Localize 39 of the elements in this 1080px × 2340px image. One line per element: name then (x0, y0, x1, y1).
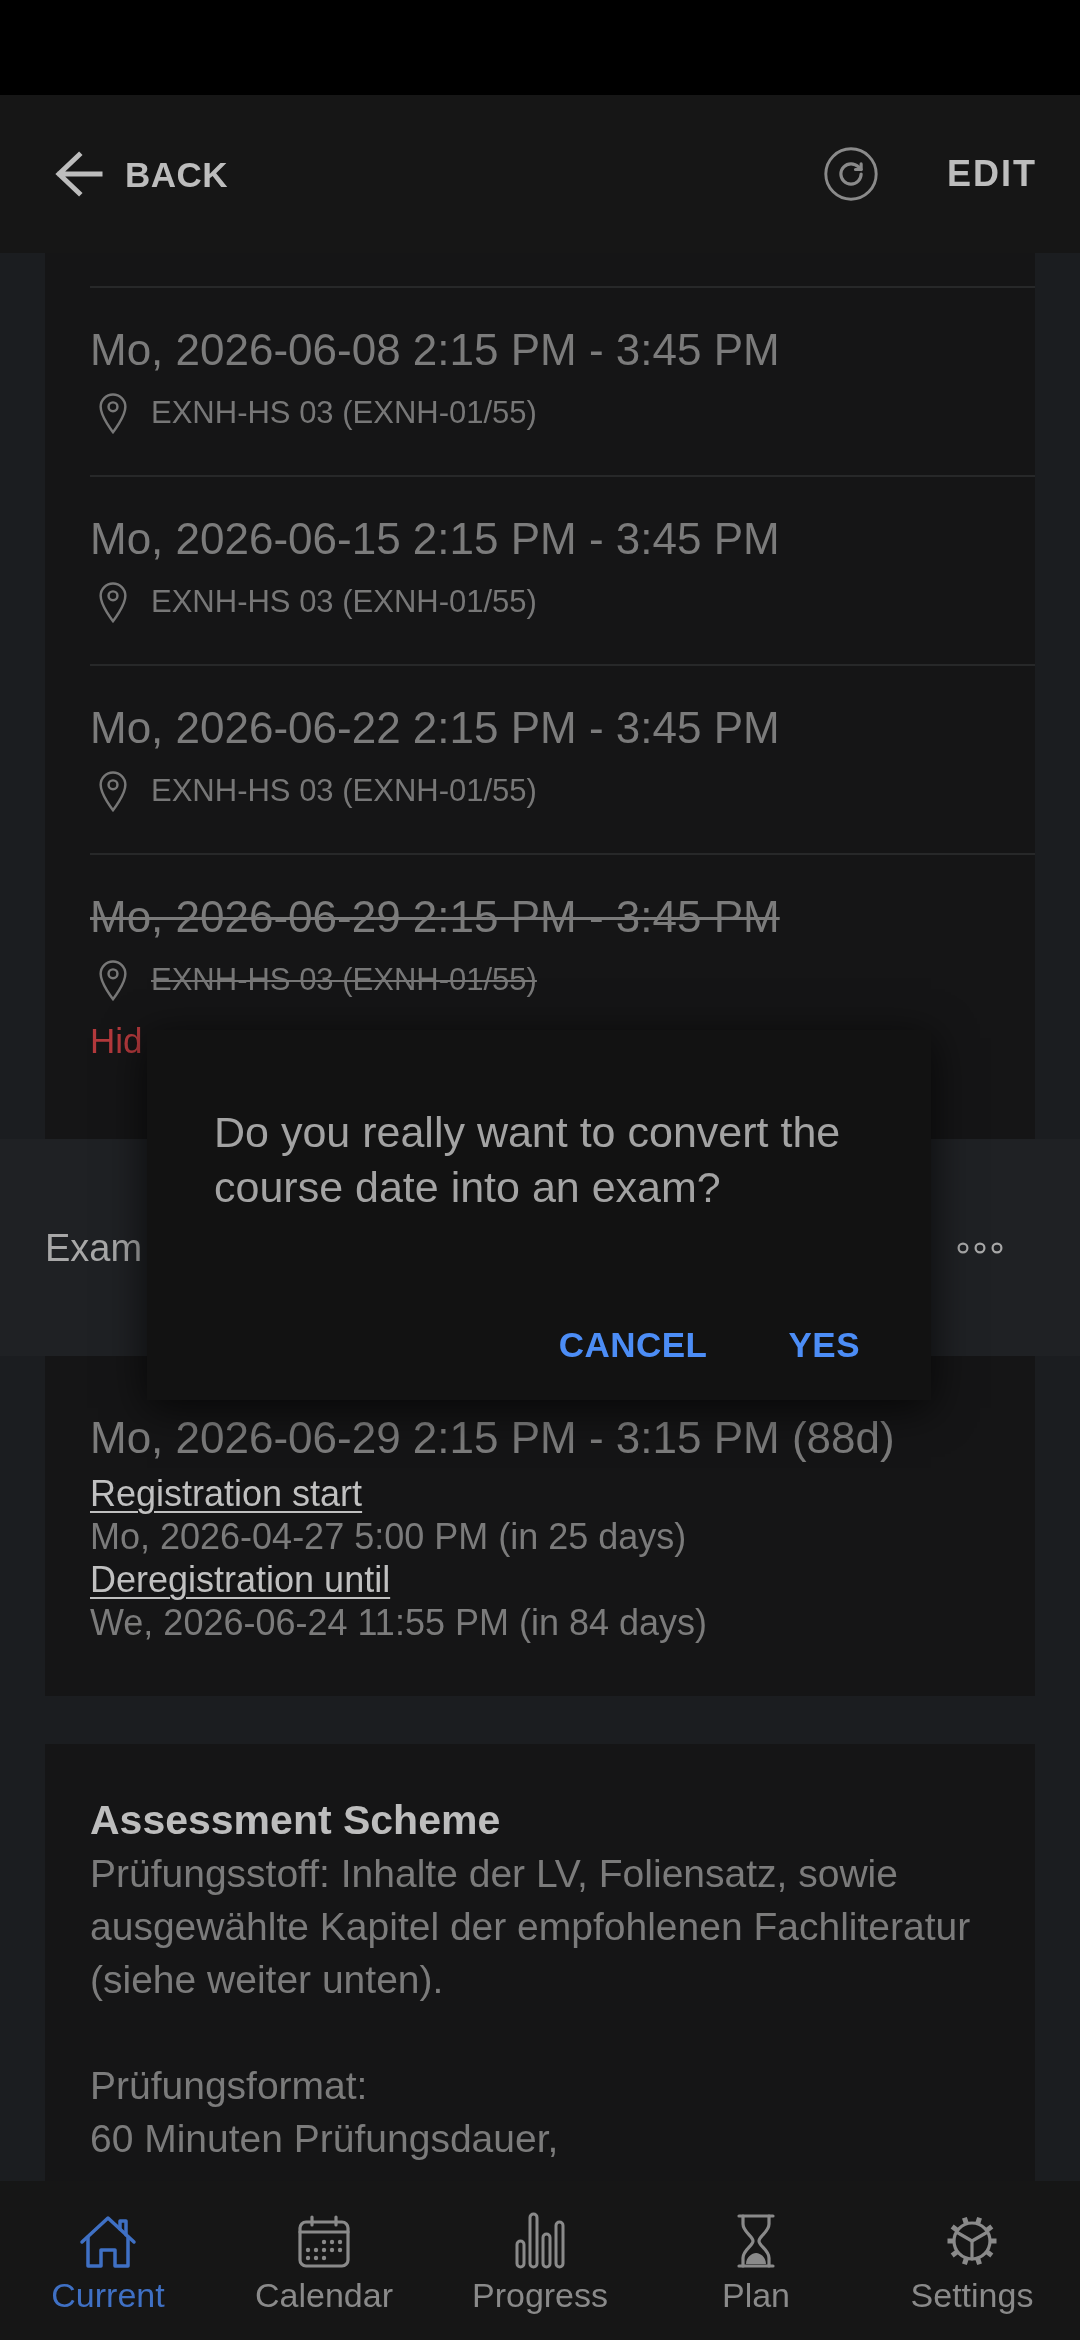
section-title: Exam (45, 1225, 143, 1271)
nav-tab[interactable]: Progress (471, 2211, 609, 2315)
course-date-time: Mo, 2026-06-15 2:15 PM - 3:45 PM (90, 513, 780, 565)
bar-chart-icon (514, 2211, 566, 2269)
field-label: Deregistration until (90, 1558, 391, 1601)
dialog-button[interactable]: CANCEL (538, 1305, 728, 1385)
hourglass-icon (736, 2213, 776, 2269)
more-options-icon[interactable] (957, 1241, 1003, 1254)
location-pin-icon (98, 959, 128, 1001)
back-arrow-icon (54, 151, 103, 197)
assessment-title: Assessment Scheme (90, 1796, 501, 1845)
assessment-text: Prüfungsstoff: Inhalte der LV, Foliensatz, sowie ausgewählte Kapitel der empfohlenen Fachliteratur (siehe weiter unten). Prüfungsformat: 60 Minuten Prüfungsdauer, (90, 1851, 972, 2162)
home-icon (79, 2215, 137, 2269)
exam-date-time: Mo, 2026-06-29 2:15 PM - 3:15 PM (88d) (90, 1412, 895, 1464)
location-pin-icon (98, 581, 128, 623)
nav-tab[interactable]: Calendar (255, 2211, 393, 2315)
location-pin-icon (98, 392, 128, 434)
course-date-time: Mo, 2026-06-22 2:15 PM - 3:45 PM (90, 702, 780, 754)
course-location: EXNH-HS 03 (EXNH-01/55) (151, 583, 537, 621)
calendar-icon (297, 2215, 351, 2269)
field-label: Registration start (90, 1472, 363, 1515)
nav-tab[interactable]: Plan (721, 2211, 791, 2315)
back-button[interactable]: BACK (40, 131, 243, 217)
back-label: BACK (125, 156, 229, 192)
refresh-icon[interactable] (824, 147, 878, 201)
course-date-time: Mo, 2026-06-08 2:15 PM - 3:45 PM (90, 324, 780, 376)
field-value: Mo, 2026-04-27 5:00 PM (in 25 days) (90, 1515, 687, 1558)
course-location: EXNH-HS 03 (EXNH-01/55) (151, 772, 537, 810)
course-location: EXNH-HS 03 (EXNH-01/55) (151, 394, 537, 432)
dialog-message: Do you really want to convert the course date into an exam? (213, 1107, 842, 1213)
course-location: EXNH-HS 03 (EXNH-01/55) (151, 961, 537, 999)
status-note: Hid (90, 1020, 143, 1062)
field-value: We, 2026-06-24 11:55 PM (in 84 days) (90, 1601, 707, 1644)
course-date-time: Mo, 2026-06-29 2:15 PM - 3:45 PM (90, 891, 780, 943)
location-pin-icon (98, 770, 128, 812)
edit-button[interactable]: EDIT (933, 136, 1051, 212)
nav-tab[interactable]: Current (51, 2211, 165, 2315)
dialog-button[interactable]: YES (768, 1305, 880, 1385)
nav-tab[interactable]: Settings (910, 2211, 1034, 2315)
